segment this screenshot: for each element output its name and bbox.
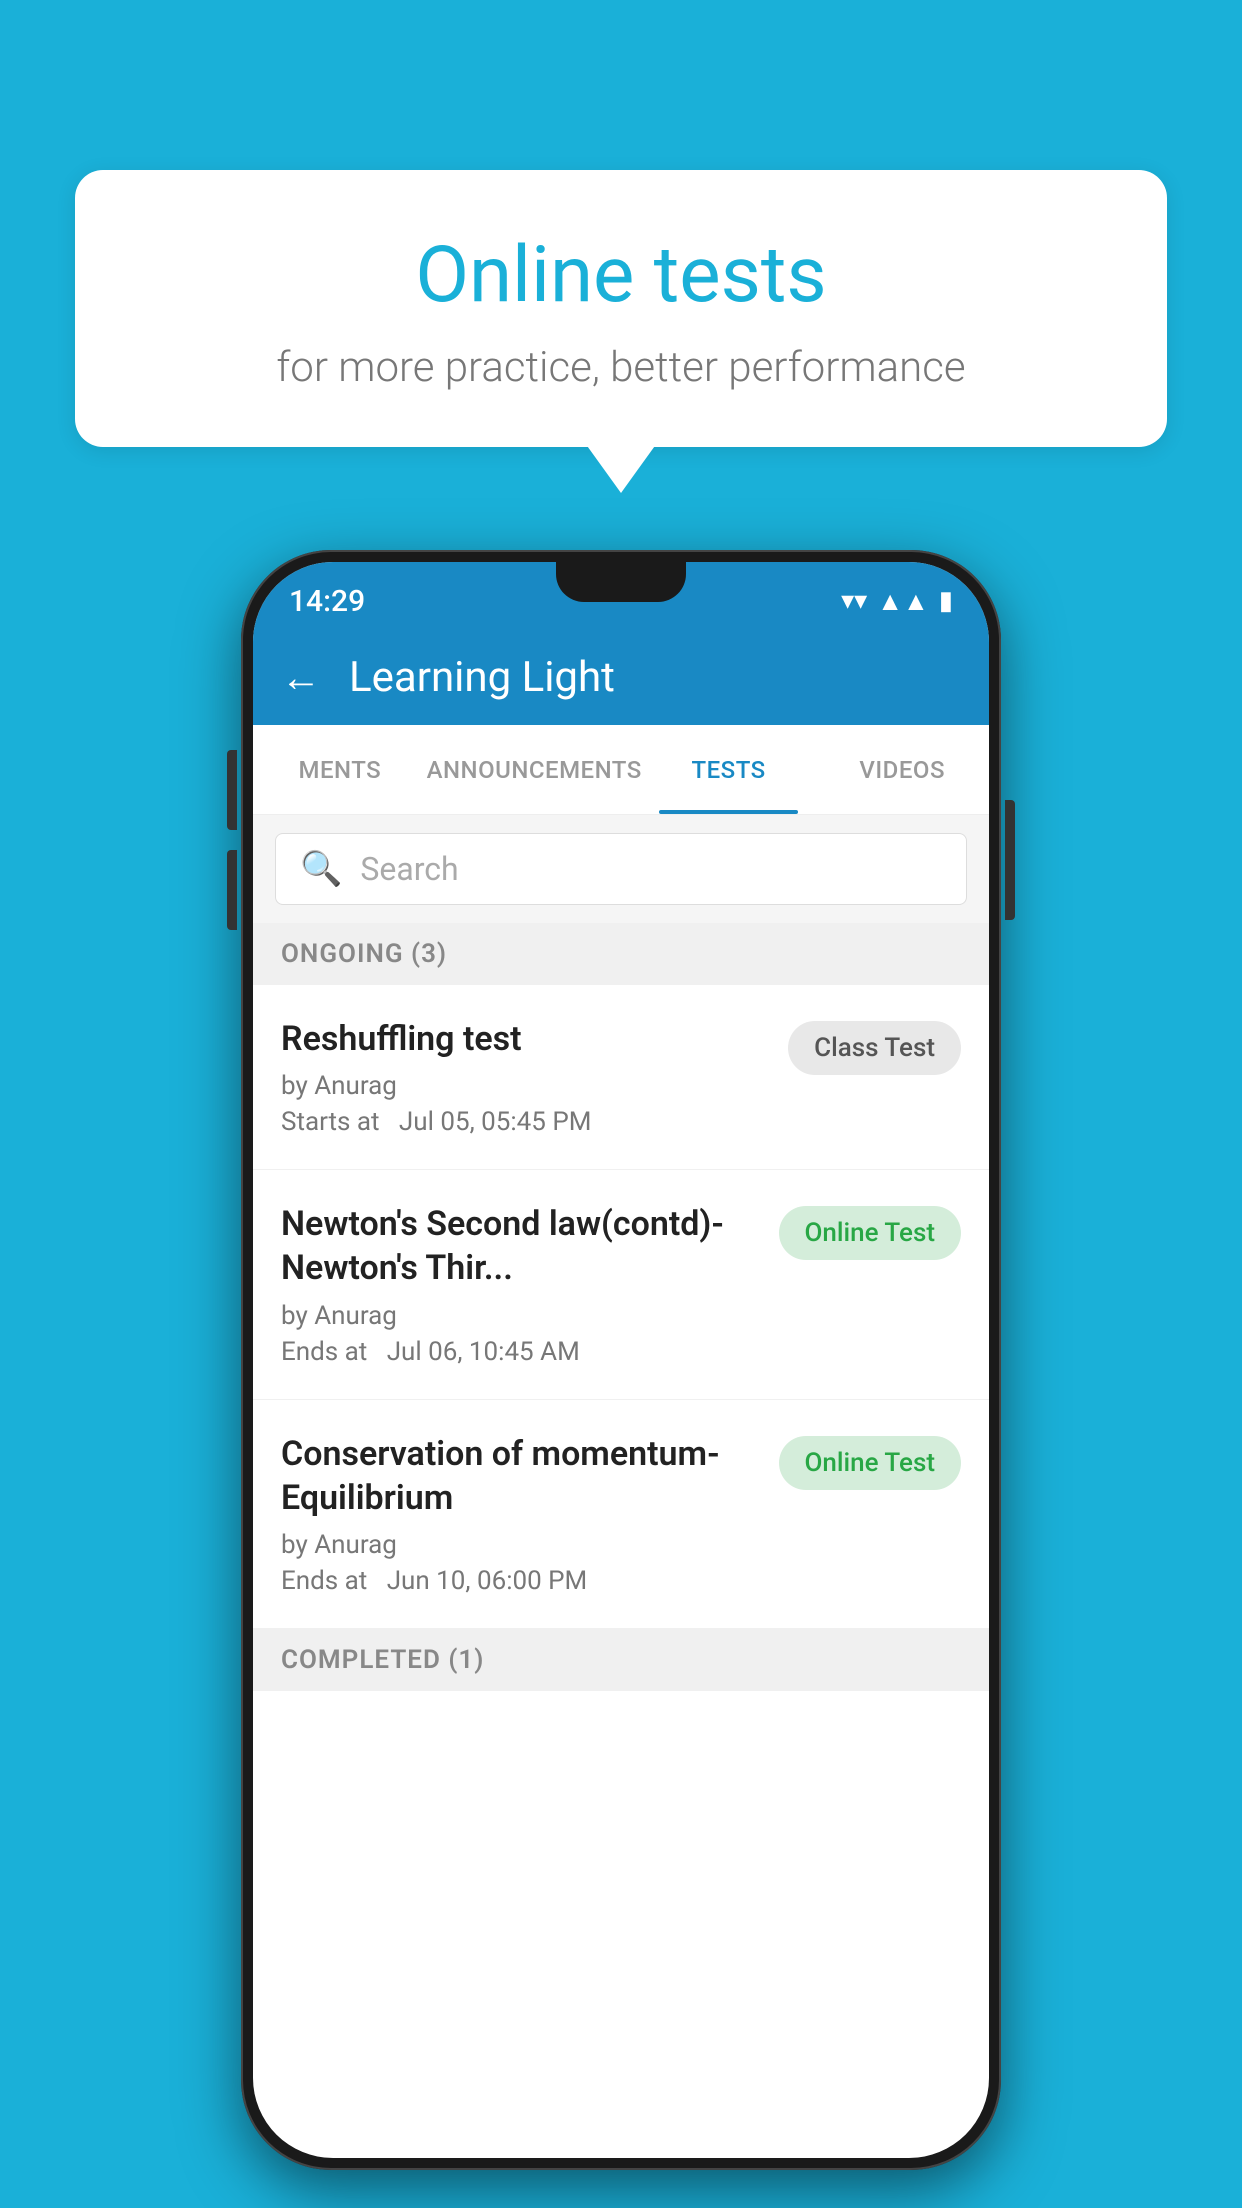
search-placeholder: Search [360, 850, 458, 888]
test-info-2: Newton's Second law(contd)-Newton's Thir… [281, 1202, 759, 1366]
app-title: Learning Light [349, 653, 615, 702]
status-icons: ▾▾ ▲▲ ▮ [841, 586, 953, 617]
test-item-2[interactable]: Newton's Second law(contd)-Newton's Thir… [253, 1170, 989, 1399]
ongoing-section-header: ONGOING (3) [253, 923, 989, 985]
tab-tests[interactable]: TESTS [642, 725, 816, 814]
back-button[interactable]: ← [281, 654, 321, 701]
test-date-1: Starts at Jul 05, 05:45 PM [281, 1107, 768, 1137]
promo-card: Online tests for more practice, better p… [75, 170, 1167, 447]
power-button [1005, 800, 1015, 920]
search-container: 🔍 Search [253, 815, 989, 923]
signal-icon: ▲▲ [877, 586, 928, 617]
test-badge-1: Class Test [788, 1021, 961, 1075]
test-item-1[interactable]: Reshuffling test by Anurag Starts at Jul… [253, 985, 989, 1170]
date-value-3: Jun 10, 06:00 PM [387, 1566, 588, 1596]
test-date-3: Ends at Jun 10, 06:00 PM [281, 1566, 759, 1596]
volume-down-button [227, 850, 237, 930]
test-info-1: Reshuffling test by Anurag Starts at Jul… [281, 1017, 768, 1137]
test-name-2: Newton's Second law(contd)-Newton's Thir… [281, 1202, 759, 1290]
test-author-2: by Anurag [281, 1301, 759, 1331]
date-label-2: Ends at [281, 1337, 367, 1367]
test-name-3: Conservation of momentum-Equilibrium [281, 1432, 759, 1520]
battery-icon: ▮ [939, 586, 953, 616]
promo-subtitle: for more practice, better performance [125, 343, 1117, 392]
tab-videos[interactable]: VIDEOS [815, 725, 989, 814]
date-value-1: Jul 05, 05:45 PM [399, 1107, 592, 1137]
status-time: 14:29 [289, 584, 365, 619]
test-info-3: Conservation of momentum-Equilibrium by … [281, 1432, 759, 1596]
tab-ments[interactable]: MENTS [253, 725, 427, 814]
wifi-icon: ▾▾ [841, 586, 867, 616]
test-date-2: Ends at Jul 06, 10:45 AM [281, 1337, 759, 1367]
test-badge-2: Online Test [779, 1206, 962, 1260]
volume-up-button [227, 750, 237, 830]
search-icon: 🔍 [300, 849, 342, 889]
test-badge-3: Online Test [779, 1436, 962, 1490]
app-header: ← Learning Light [253, 630, 989, 725]
test-author-3: by Anurag [281, 1530, 759, 1560]
date-label-1: Starts at [281, 1107, 380, 1137]
date-label-3: Ends at [281, 1566, 367, 1596]
test-name-1: Reshuffling test [281, 1017, 768, 1061]
date-value-2: Jul 06, 10:45 AM [387, 1337, 580, 1367]
test-item-3[interactable]: Conservation of momentum-Equilibrium by … [253, 1400, 989, 1629]
tabs-bar: MENTS ANNOUNCEMENTS TESTS VIDEOS [253, 725, 989, 815]
phone-mockup: 14:29 ▾▾ ▲▲ ▮ ← Learning Light MENTS ANN… [241, 550, 1001, 2170]
completed-section-header: COMPLETED (1) [253, 1629, 989, 1691]
test-author-1: by Anurag [281, 1071, 768, 1101]
phone-notch [556, 562, 686, 602]
promo-title: Online tests [125, 230, 1117, 321]
tab-announcements[interactable]: ANNOUNCEMENTS [427, 725, 642, 814]
search-bar[interactable]: 🔍 Search [275, 833, 967, 905]
